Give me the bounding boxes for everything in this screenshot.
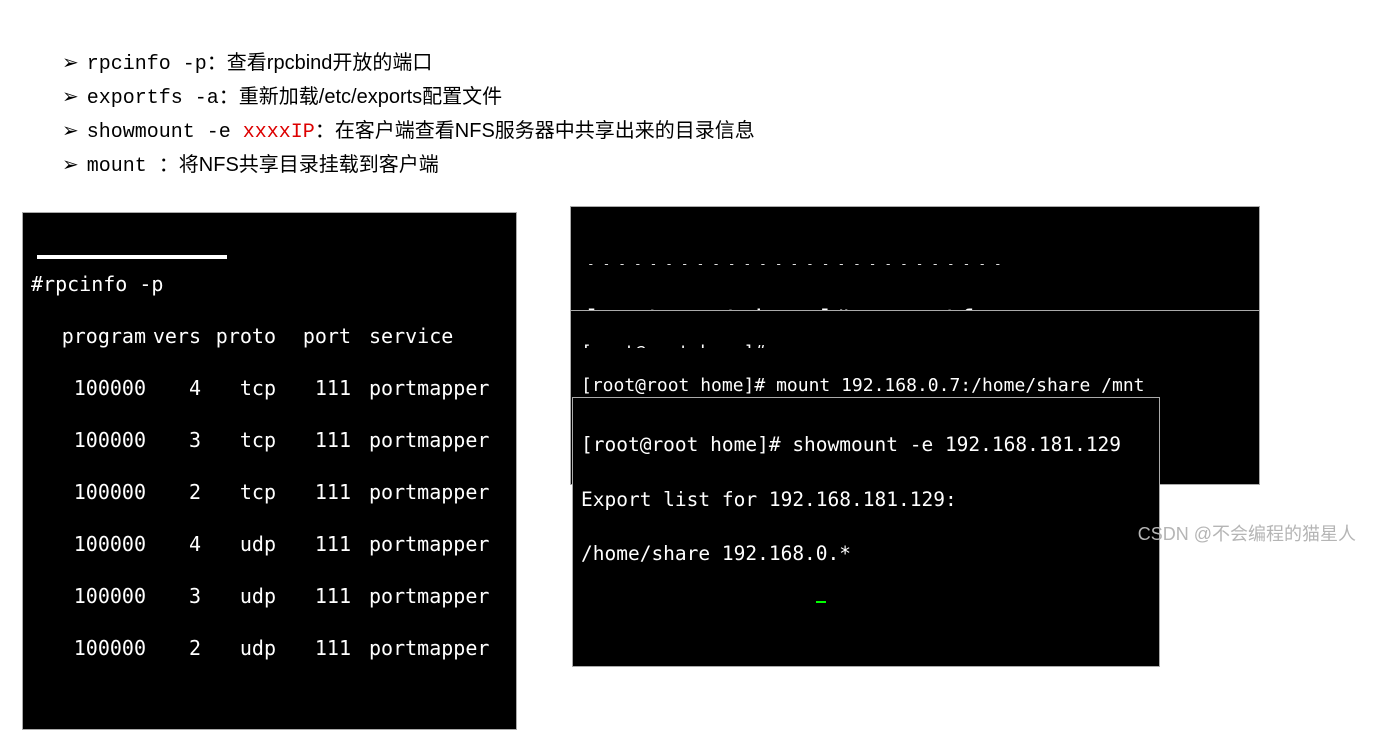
bullet-item: ➢ showmount -e xxxxIP：在客户端查看NFS服务器中共享出来的… <box>62 116 1384 148</box>
bullet-text: mount ：将NFS共享目录挂载到客户端 <box>87 150 439 182</box>
bullet-item: ➢ rpcinfo -p：查看rpcbind开放的端口 <box>62 48 1384 80</box>
bullet-item: ➢ exportfs -a：重新加载/etc/exports配置文件 <box>62 82 1384 114</box>
watermark-text: CSDN @不会编程的猫星人 <box>1138 520 1356 546</box>
terminal-rpcinfo: #rpcinfo -p programversprotoportservice … <box>22 212 517 730</box>
table-row: 1000002tcp111portmapper <box>31 479 516 505</box>
bullet-text: rpcinfo -p：查看rpcbind开放的端口 <box>87 48 433 80</box>
terminal-line: Export list for 192.168.181.129: <box>581 486 1159 513</box>
terminal-line: [root@root home]# showmount -e 192.168.1… <box>581 431 1159 458</box>
bullet-item: ➢ mount ：将NFS共享目录挂载到客户端 <box>62 150 1384 182</box>
bullet-marker-icon: ➢ <box>62 150 79 182</box>
bullet-list: ➢ rpcinfo -p：查看rpcbind开放的端口 ➢ exportfs -… <box>0 0 1384 182</box>
bullet-marker-icon: ➢ <box>62 48 79 80</box>
cut-line: [root@root home]# <box>581 340 1259 348</box>
terminal-showmount: [root@root home]# showmount -e 192.168.1… <box>572 397 1160 667</box>
cut-line: ··························· <box>583 249 1259 265</box>
table-header-row: programversprotoportservice <box>31 323 516 349</box>
table-row: 1000002udp111portmapper <box>31 635 516 661</box>
bullet-marker-icon: ➢ <box>62 116 79 148</box>
terminal-line: [root@root home]# mount 192.168.0.7:/hom… <box>581 373 1259 398</box>
cut-line: r . . <box>581 595 1159 603</box>
bullet-text: exportfs -a：重新加载/etc/exports配置文件 <box>87 82 502 114</box>
terminal-line: /home/share 192.168.0.* <box>581 540 1159 567</box>
bullet-text: showmount -e xxxxIP：在客户端查看NFS服务器中共享出来的目录… <box>87 116 755 148</box>
table-row: 1000004udp111portmapper <box>31 531 516 557</box>
table-row: 1000003tcp111portmapper <box>31 427 516 453</box>
redacted-bar <box>37 255 227 259</box>
cursor-icon <box>816 601 826 604</box>
terminal-line: #rpcinfo -p <box>31 271 516 297</box>
red-ip-text: xxxxIP <box>243 121 315 144</box>
bullet-marker-icon: ➢ <box>62 82 79 114</box>
table-row: 1000004tcp111portmapper <box>31 375 516 401</box>
table-row: 1000003udp111portmapper <box>31 583 516 609</box>
